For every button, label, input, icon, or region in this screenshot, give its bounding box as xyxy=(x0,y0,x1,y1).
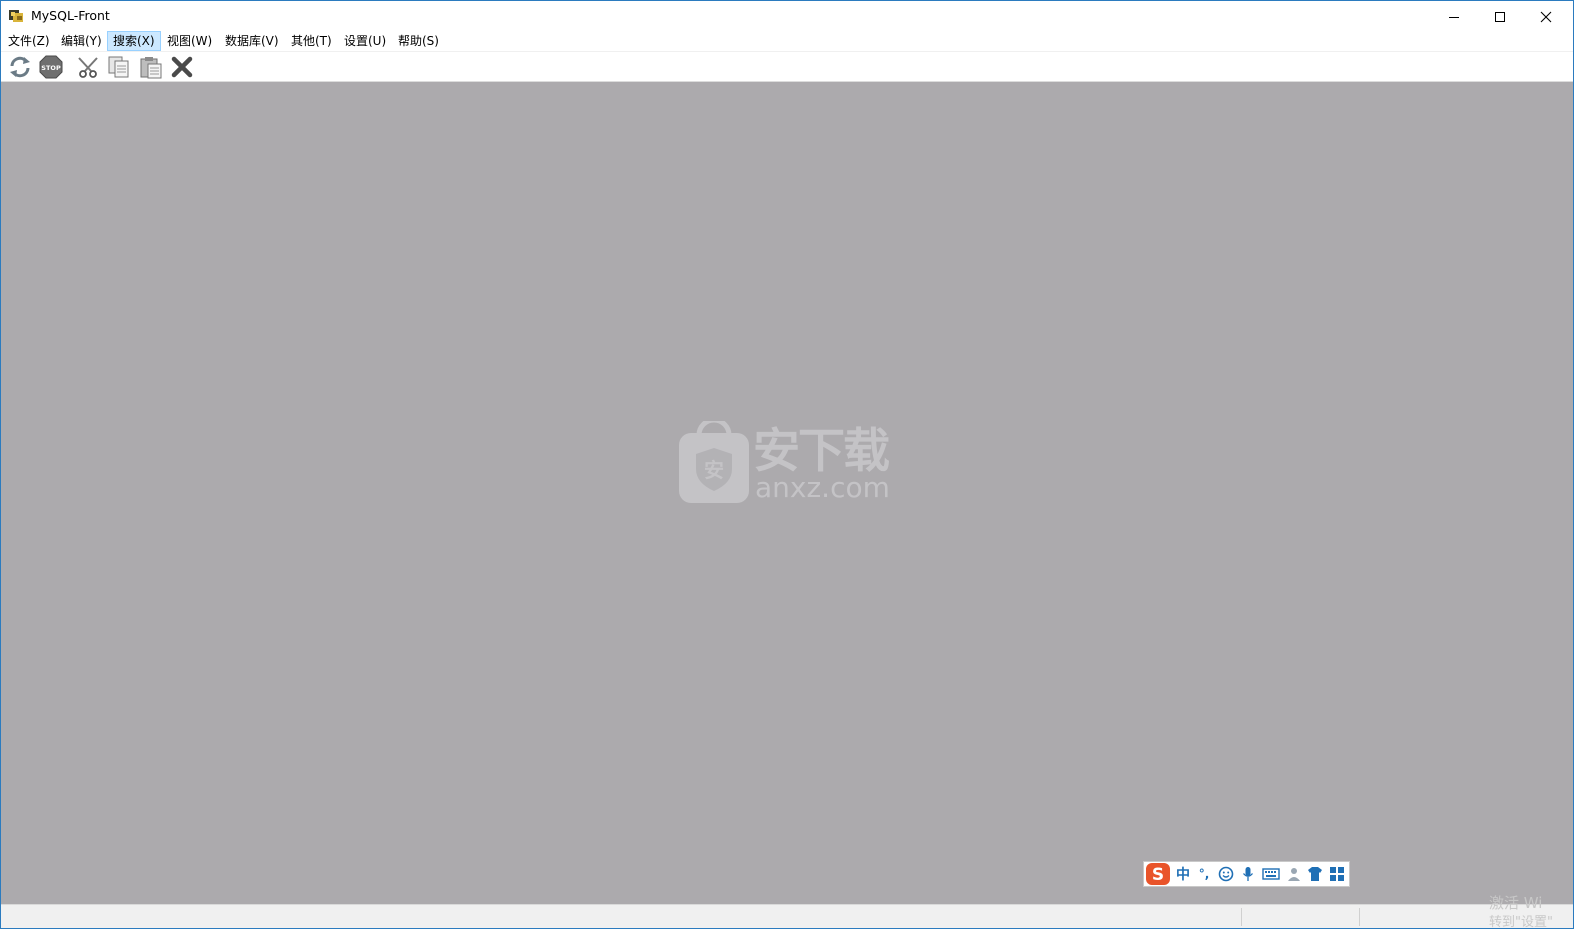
watermark-domain: anxz.com xyxy=(755,471,890,504)
activate-windows-line2: 转到"设置" xyxy=(1489,915,1553,929)
status-separator xyxy=(1241,908,1242,926)
stop-icon: STOP xyxy=(39,55,63,79)
app-logo-icon xyxy=(9,10,23,22)
cut-button[interactable] xyxy=(76,55,100,79)
title-bar[interactable]: MySQL-Front xyxy=(1,1,1573,32)
refresh-button[interactable] xyxy=(8,55,32,79)
menu-edit[interactable]: 编辑(Y) xyxy=(56,32,107,51)
copy-icon xyxy=(108,56,129,78)
emoji-icon[interactable] xyxy=(1216,862,1236,886)
menu-other[interactable]: 其他(T) xyxy=(286,32,337,51)
cut-icon xyxy=(78,57,98,78)
paste-button[interactable] xyxy=(139,55,163,79)
delete-icon xyxy=(171,56,193,78)
watermark-title: 安下载 xyxy=(753,424,890,479)
minimize-button[interactable] xyxy=(1431,1,1477,32)
maximize-icon xyxy=(1495,11,1505,22)
close-button[interactable] xyxy=(1523,1,1569,32)
ime-mode-toggle[interactable]: 中 xyxy=(1173,862,1193,886)
close-icon xyxy=(1540,11,1552,22)
shield-bag-icon: 安 xyxy=(679,421,749,503)
status-bar: 激活 Wi 转到"设置" xyxy=(1,895,1573,929)
keyboard-icon[interactable] xyxy=(1260,862,1282,886)
minimize-icon xyxy=(1449,16,1459,18)
delete-button[interactable] xyxy=(170,55,194,79)
app-window: MySQL-Front 文件(Z) 编辑(Y) 搜索(X) 视图(W) 数据库(… xyxy=(0,0,1574,929)
user-icon[interactable] xyxy=(1284,862,1304,886)
activate-windows-line1: 激活 Wi xyxy=(1489,894,1543,912)
svg-text:安: 安 xyxy=(704,458,724,482)
svg-text:STOP: STOP xyxy=(41,64,61,72)
sogou-logo-icon[interactable]: S xyxy=(1144,862,1172,886)
ime-punct-toggle[interactable]: °, xyxy=(1194,862,1214,886)
paste-icon xyxy=(140,57,162,79)
maximize-button[interactable] xyxy=(1477,1,1523,32)
menu-search[interactable]: 搜索(X) xyxy=(107,31,161,51)
microphone-icon[interactable] xyxy=(1238,862,1258,886)
toolbar: STOP xyxy=(1,52,1573,82)
menu-bar: 文件(Z) 编辑(Y) 搜索(X) 视图(W) 数据库(V) 其他(T) 设置(… xyxy=(1,31,1573,52)
status-separator xyxy=(1359,908,1360,926)
menu-help[interactable]: 帮助(S) xyxy=(393,32,444,51)
menu-settings[interactable]: 设置(U) xyxy=(339,32,391,51)
menu-view[interactable]: 视图(W) xyxy=(162,32,217,51)
skin-icon[interactable] xyxy=(1305,862,1325,886)
grid-icon[interactable] xyxy=(1327,862,1347,886)
ime-toolbar[interactable]: S 中 °, xyxy=(1143,861,1350,887)
stop-button[interactable]: STOP xyxy=(39,55,63,79)
main-workspace: 安 安下载 anxz.com S 中 °, xyxy=(1,82,1573,904)
svg-text:S: S xyxy=(1152,865,1164,885)
watermark: 安 安下载 anxz.com xyxy=(677,421,893,505)
copy-button[interactable] xyxy=(107,55,131,79)
menu-file[interactable]: 文件(Z) xyxy=(3,32,55,51)
menu-database[interactable]: 数据库(V) xyxy=(220,32,284,51)
refresh-icon xyxy=(10,56,30,78)
window-title: MySQL-Front xyxy=(31,8,110,23)
